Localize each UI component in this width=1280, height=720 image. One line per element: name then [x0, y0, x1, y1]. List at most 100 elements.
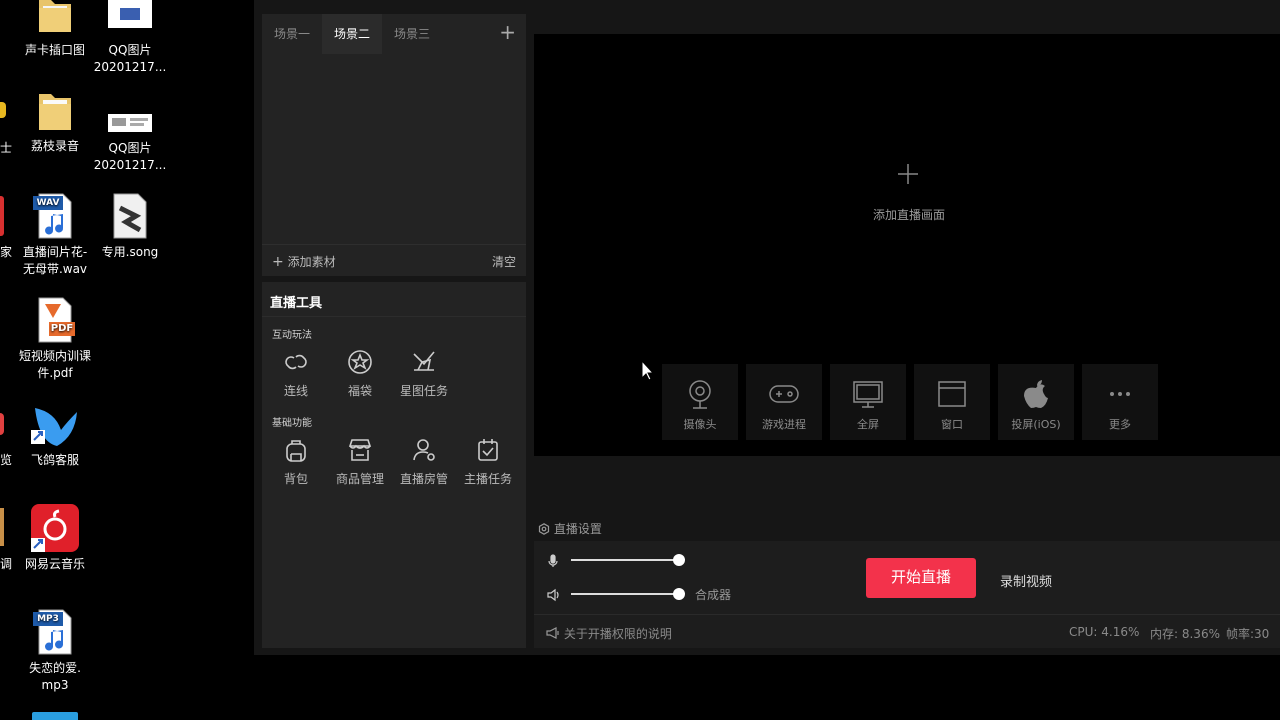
desktop-edge-label: 家	[0, 245, 13, 259]
plus-icon[interactable]	[888, 162, 928, 186]
desktop-icon-audio-file[interactable]: WAV 直播间片花- 无母带.wav	[15, 192, 95, 278]
microphone-icon[interactable]	[546, 553, 560, 567]
interactive-section-label: 互动玩法	[272, 330, 312, 341]
source-label: 窗口	[941, 418, 963, 431]
source-camera[interactable]: 摄像头	[662, 364, 738, 440]
divider	[534, 614, 1280, 615]
source-more[interactable]: 更多	[1082, 364, 1158, 440]
desktop-icon-partial	[32, 712, 78, 720]
desktop-icon-feige[interactable]: 飞鸽客服	[15, 400, 95, 469]
mouse-cursor	[641, 359, 655, 382]
tool-label: 主播任务	[463, 472, 512, 486]
user-gear-icon	[410, 436, 438, 464]
scene-footer: + 添加素材 清空	[262, 244, 526, 276]
start-live-button[interactable]: 开始直播	[866, 558, 976, 598]
microphone-volume-slider[interactable]	[571, 554, 685, 566]
tab-scene-3[interactable]: 场景三	[382, 14, 442, 54]
broadcast-permission-notice[interactable]: 关于开播权限的说明	[546, 625, 672, 642]
folder-icon	[31, 0, 79, 38]
window-icon	[936, 378, 968, 410]
folder-icon	[31, 86, 79, 134]
desktop-icon-mp3[interactable]: MP3 失恋的爱. mp3	[15, 608, 95, 694]
wav-file-icon: WAV	[31, 192, 79, 240]
tab-scene-2[interactable]: 场景二	[322, 14, 382, 54]
memory-usage: 内存: 8.36%	[1150, 627, 1220, 641]
star-map-icon	[410, 348, 438, 376]
live-streaming-app: 场景一 场景二 场景三 + + 添加素材 清空 直播工具 互动玩法 连线 福袋 …	[254, 0, 1280, 655]
source-label: 游戏进程	[762, 418, 806, 431]
source-label: 全屏	[857, 418, 879, 431]
file-badge: PDF	[50, 323, 74, 334]
desktop-icon-label: 网易云音乐	[24, 557, 85, 571]
star-badge-icon	[346, 348, 374, 376]
record-video-button[interactable]: 录制视频	[1000, 571, 1052, 590]
tool-label: 直播房管	[399, 472, 448, 486]
source-label: 摄像头	[683, 418, 717, 431]
bird-icon	[31, 400, 79, 448]
mixer-label[interactable]: 合成器	[695, 586, 731, 603]
source-game-process[interactable]: 游戏进程	[746, 364, 822, 440]
scene-panel: 场景一 场景二 场景三 + + 添加素材 清空	[262, 14, 526, 276]
tool-anchor-task[interactable]: 主播任务	[456, 436, 520, 487]
desktop-icon-folder[interactable]: 声卡插口图	[15, 0, 95, 59]
live-settings-link[interactable]: 直播设置	[538, 520, 602, 537]
source-label: 更多	[1109, 418, 1131, 431]
file-badge: WAV	[36, 198, 60, 208]
add-material-button[interactable]: + 添加素材	[272, 253, 336, 270]
gamepad-icon	[768, 378, 800, 410]
mp3-file-icon: MP3	[31, 608, 79, 656]
desktop-icon-label: QQ图片 20201217...	[93, 43, 167, 74]
desktop-edge-icon	[0, 102, 6, 118]
apple-icon	[1020, 378, 1052, 410]
tool-label: 背包	[283, 472, 308, 486]
tool-link[interactable]: 连线	[264, 348, 328, 399]
basic-section-label: 基础功能	[272, 418, 312, 429]
tool-room-admin[interactable]: 直播房管	[392, 436, 456, 487]
tab-scene-1[interactable]: 场景一	[262, 14, 322, 54]
speaker-volume-slider[interactable]	[571, 588, 685, 600]
plus-icon: +	[272, 254, 284, 270]
desktop-icon-label: 飞鸽客服	[30, 453, 79, 467]
source-fullscreen[interactable]: 全屏	[830, 364, 906, 440]
add-scene-button[interactable]: +	[499, 20, 516, 44]
link-icon	[282, 348, 310, 376]
tool-label: 福袋	[347, 384, 372, 398]
live-preview-stage[interactable]: 添加直播画面 摄像头 游戏进程 全屏 窗口 投屏(iOS) 更多	[534, 34, 1280, 456]
tool-product-management[interactable]: 商品管理	[328, 436, 392, 487]
desktop-icon-label: QQ图片 20201217...	[93, 141, 167, 172]
desktop-icon-pdf[interactable]: PDF 短视频内训课 件.pdf	[15, 296, 95, 382]
tool-star-map-task[interactable]: 星图任务	[392, 348, 456, 399]
pdf-file-icon: PDF	[31, 296, 79, 344]
store-icon	[346, 436, 374, 464]
desktop-icon-netease-music[interactable]: 网易云音乐	[15, 504, 95, 573]
clear-button[interactable]: 清空	[492, 253, 516, 270]
notice-label: 关于开播权限的说明	[563, 627, 672, 641]
source-label: 投屏(iOS)	[1011, 418, 1061, 431]
source-ios-cast[interactable]: 投屏(iOS)	[998, 364, 1074, 440]
settings-icon	[538, 523, 550, 535]
slider-handle[interactable]	[673, 554, 685, 566]
desktop-icon-folder[interactable]: 荔枝录音	[15, 86, 95, 155]
slider-handle[interactable]	[673, 588, 685, 600]
desktop-icon-image[interactable]: QQ图片 20201217...	[90, 106, 170, 174]
monitor-icon	[852, 378, 884, 410]
divider	[262, 316, 526, 317]
live-tools-panel: 直播工具 互动玩法 连线 福袋 星图任务 基础功能 背包 商品管理 直播房管 主…	[262, 282, 526, 648]
tool-backpack[interactable]: 背包	[264, 436, 328, 487]
desktop-edge-icon	[0, 508, 4, 546]
scene-tabs: 场景一 场景二 场景三 +	[262, 14, 526, 54]
desktop-icon-image[interactable]: QQ图片 20201217...	[90, 0, 170, 76]
tool-label: 星图任务	[399, 384, 448, 398]
announcement-icon	[546, 627, 559, 639]
desktop-icon-label: 短视频内训课 件.pdf	[18, 349, 91, 380]
add-live-scene-text[interactable]: 添加直播画面	[824, 206, 994, 223]
desktop-edge-label: 腔调	[0, 557, 13, 571]
desktop-edge-label: 士	[0, 141, 13, 155]
desktop-icon-song[interactable]: 专用.song	[90, 192, 170, 261]
speaker-icon[interactable]	[546, 587, 560, 602]
tool-lucky-bag[interactable]: 福袋	[328, 348, 392, 399]
frame-rate: 帧率:30	[1226, 627, 1270, 641]
source-window[interactable]: 窗口	[914, 364, 990, 440]
file-badge: MP3	[37, 614, 59, 624]
desktop-icon-label: 直播间片花- 无母带.wav	[22, 245, 88, 276]
